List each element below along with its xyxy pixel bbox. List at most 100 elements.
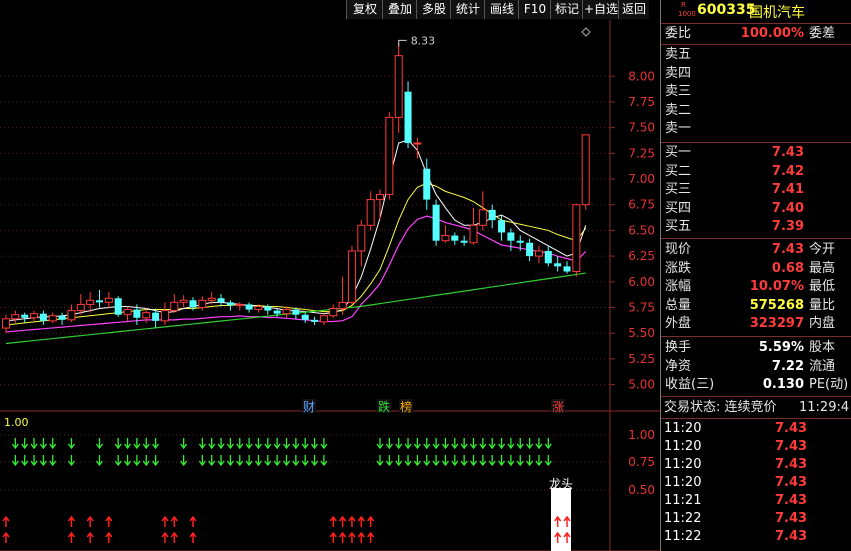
toolbar-button-8[interactable]: 返回 <box>618 0 649 19</box>
buy-level-label: 买五 <box>665 219 692 234</box>
candle <box>217 294 225 307</box>
weibi-row: 委比 100.00% 委差 <box>661 25 851 43</box>
sell-level-row: 卖四 <box>661 65 851 83</box>
tick-row: 11:20 7.43 <box>661 438 851 456</box>
down-arrow-icon <box>39 438 47 450</box>
down-arrow-icon <box>488 438 496 450</box>
stat-row: 涨幅 10.07% 最低 <box>661 278 851 296</box>
diamond-icon <box>581 27 591 37</box>
down-arrow-icon <box>282 438 291 450</box>
candle <box>104 292 113 309</box>
stat-row: 涨跌 0.68 最高 <box>661 260 851 278</box>
toolbar-button-7[interactable]: +自选 <box>582 0 619 19</box>
stat2-row: 收益(三) 0.130 PE(动) <box>661 376 851 394</box>
toolbar-button-1[interactable]: 叠加 <box>382 0 417 19</box>
price-axis-label: 6.75 <box>628 198 655 212</box>
buy-level-row: 买一 7.43 <box>661 144 851 162</box>
weicha-label: 委差 <box>809 26 836 41</box>
tick-price: 7.43 <box>775 475 808 490</box>
down-arrow-icon <box>217 438 225 450</box>
stat-row: 外盘 323297 内盘 <box>661 315 851 333</box>
down-arrow-icon <box>376 455 384 467</box>
toolbar-button-6[interactable]: 标记 <box>550 0 583 19</box>
down-arrow-icon <box>301 438 309 450</box>
down-arrow-icon <box>488 455 496 467</box>
leader-tag: 龙头 <box>549 477 573 491</box>
toolbar-button-0[interactable]: 复权 <box>346 0 383 19</box>
tick-row: 11:20 7.43 <box>661 456 851 474</box>
buy-level-label: 买四 <box>665 200 692 216</box>
trade-status-row: 交易状态: 连续竞价 11:29:4 <box>661 399 851 417</box>
price-axis-label: 5.00 <box>628 378 655 392</box>
up-arrow-icon <box>105 531 113 543</box>
price-axis-label: 5.75 <box>628 301 655 315</box>
down-arrow-icon <box>385 455 393 467</box>
candle <box>478 191 487 231</box>
toolbar-button-2[interactable]: 多股 <box>416 0 451 19</box>
down-arrow-icon <box>507 455 515 467</box>
candle <box>544 245 552 267</box>
price-axis-label: 7.50 <box>628 121 655 135</box>
down-arrow-icon <box>507 438 515 450</box>
down-arrow-icon <box>395 438 403 450</box>
tick-time: 11:20 <box>664 475 702 490</box>
sell-level-label: 卖四 <box>665 65 692 81</box>
up-arrow-icon <box>357 531 365 543</box>
candle <box>338 276 347 315</box>
down-arrow-icon <box>460 438 468 450</box>
sell-level-label: 卖二 <box>665 102 692 118</box>
quote-panel: R 1000 600335 国机汽车 委比 100.00% 委差 卖五 卖四 卖三卖… <box>660 0 851 551</box>
down-arrow-icon <box>460 455 468 467</box>
candle <box>469 207 478 245</box>
down-arrow-icon <box>441 438 449 450</box>
down-arrow-icon <box>516 438 524 450</box>
candle <box>170 294 179 313</box>
candle <box>347 245 356 305</box>
toolbar-button-4[interactable]: 画线 <box>484 0 519 19</box>
candle <box>441 225 450 243</box>
up-arrow-icon <box>86 515 94 527</box>
stat-row: 总量 575268 量比 <box>661 297 851 315</box>
up-arrow-icon <box>348 531 356 543</box>
down-arrow-icon <box>479 455 487 467</box>
tick-row: 11:20 7.43 <box>661 420 851 438</box>
toolbar-button-5[interactable]: F10 <box>518 0 551 19</box>
tick-row: 11:22 7.43 <box>661 528 851 546</box>
down-arrow-icon <box>152 455 160 467</box>
sell-level-row: 卖二 <box>661 102 851 120</box>
toolbar-button-3[interactable]: 统计 <box>450 0 485 19</box>
sub-axis-label: 1.00 <box>628 428 655 442</box>
stat2-label-2: 股本 <box>809 340 836 355</box>
price-axis-label: 6.50 <box>628 223 655 237</box>
trade-time: 11:29:4 <box>799 400 850 415</box>
stat-label: 涨幅 <box>665 279 692 294</box>
stat-label-2: 量比 <box>809 297 836 313</box>
stat2-label: 净资 <box>665 358 692 374</box>
stat-label: 现价 <box>665 242 692 257</box>
buy-level-price: 7.42 <box>771 163 804 179</box>
down-arrow-icon <box>469 455 478 467</box>
candle <box>404 81 412 149</box>
tick-price: 7.43 <box>775 493 808 508</box>
down-arrow-icon <box>217 455 225 467</box>
down-arrow-icon <box>124 438 132 450</box>
up-arrow-icon <box>339 531 347 543</box>
stat2-row: 净资 7.22 流通 <box>661 358 851 376</box>
buy-level-price: 7.39 <box>771 219 804 234</box>
candle <box>30 310 39 321</box>
up-arrow-icon <box>329 531 337 543</box>
down-arrow-icon <box>526 438 534 450</box>
stat-value: 10.07% <box>749 279 804 294</box>
down-arrow-icon <box>404 455 412 467</box>
down-arrow-icon <box>114 455 122 467</box>
stat-value: 0.68 <box>771 260 804 276</box>
r-badge: R <box>681 1 686 9</box>
stat-label: 涨跌 <box>665 260 692 276</box>
kline-chart[interactable]: 8.00 7.75 7.50 7.25 7.00 6.75 6.50 6.25 6.00 5.75… <box>0 20 660 551</box>
candle <box>245 302 253 313</box>
stat-label-2: 内盘 <box>809 316 836 331</box>
up-arrow-icon <box>367 531 375 543</box>
down-arrow-icon <box>142 438 150 450</box>
down-arrow-icon <box>264 438 272 450</box>
candle <box>460 235 468 246</box>
